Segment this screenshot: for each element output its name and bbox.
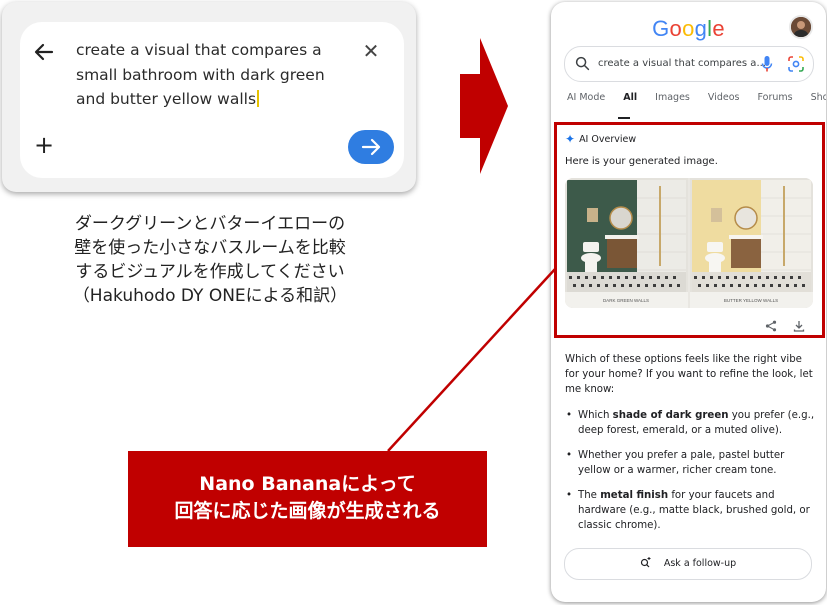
google-logo-letter: e bbox=[712, 16, 725, 41]
tab-ai-mode[interactable]: AI Mode bbox=[567, 92, 605, 103]
callout-line: 回答に応じた画像が生成される bbox=[174, 500, 441, 522]
list-item: The metal finish for your faucets and ha… bbox=[565, 488, 817, 533]
google-logo: Google bbox=[551, 16, 826, 42]
google-logo-letter: o bbox=[682, 16, 695, 41]
avatar[interactable] bbox=[789, 15, 813, 39]
search-query: create a visual that compares a... bbox=[598, 58, 766, 69]
follow-up-sparkle-icon bbox=[640, 557, 651, 568]
caption-line: （Hakuhodo DY ONEによる和訳） bbox=[72, 286, 348, 306]
text-cursor bbox=[257, 90, 260, 107]
prompt-input-panel: create a visual that compares a small ba… bbox=[2, 2, 416, 192]
search-input[interactable]: create a visual that compares a... bbox=[564, 46, 814, 82]
bullet-text: The bbox=[578, 490, 601, 501]
prompt-text-input[interactable]: create a visual that compares a small ba… bbox=[76, 38, 356, 112]
right-arrow-icon bbox=[460, 38, 508, 174]
callout-line: Nano Bananaによって bbox=[199, 473, 416, 495]
list-item: Whether you prefer a pale, pastel butter… bbox=[565, 448, 817, 478]
bullet-bold-text: shade of dark green bbox=[612, 410, 729, 421]
close-icon[interactable]: ✕ bbox=[360, 40, 382, 62]
bullet-text: Whether you prefer a pale, pastel butter… bbox=[578, 450, 785, 476]
refinement-options-list: Which shade of dark green you prefer (e.… bbox=[565, 408, 817, 543]
send-button[interactable] bbox=[348, 130, 394, 164]
list-item: Which shade of dark green you prefer (e.… bbox=[565, 408, 817, 438]
google-lens-icon[interactable] bbox=[787, 55, 805, 73]
google-logo-letter: o bbox=[669, 16, 683, 41]
bullet-text: Which bbox=[578, 410, 613, 421]
search-icon bbox=[575, 56, 590, 71]
caption-line: するビジュアルを作成してください bbox=[75, 262, 345, 282]
prompt-text-value: create a visual that compares a small ba… bbox=[76, 41, 325, 108]
caption-line: ダークグリーンとバターイエローの bbox=[74, 214, 346, 234]
google-logo-letter: g bbox=[694, 16, 708, 41]
ask-follow-up-button[interactable]: Ask a follow-up bbox=[564, 548, 812, 580]
follow-up-label: Ask a follow-up bbox=[663, 558, 737, 569]
bullet-bold-text: metal finish bbox=[600, 490, 669, 501]
microphone-icon[interactable] bbox=[761, 55, 773, 73]
ai-overview-highlight-frame bbox=[554, 122, 825, 338]
nano-banana-callout: Nano Bananaによって 回答に応じた画像が生成される bbox=[128, 451, 487, 547]
tab-all[interactable]: All bbox=[623, 92, 637, 103]
back-arrow-icon[interactable] bbox=[32, 40, 56, 64]
search-tabs: AI Mode All Images Videos Forums Shoppin… bbox=[567, 92, 826, 112]
tab-shopping[interactable]: Shopping bbox=[811, 92, 826, 103]
active-tab-indicator bbox=[618, 117, 630, 119]
follow-up-question-text: Which of these options feels like the ri… bbox=[565, 354, 813, 395]
google-logo-letter: G bbox=[652, 16, 670, 41]
plus-icon[interactable]: + bbox=[34, 133, 56, 157]
caption-line: 壁を使った小さなバスルームを比較 bbox=[74, 238, 346, 258]
tab-images[interactable]: Images bbox=[655, 92, 690, 103]
tab-forums[interactable]: Forums bbox=[758, 92, 793, 103]
tab-videos[interactable]: Videos bbox=[708, 92, 740, 103]
japanese-translation-caption: ダークグリーンとバターイエローの 壁を使った小さなバスルームを比較 するビジュア… bbox=[0, 212, 420, 308]
prompt-input-card[interactable]: create a visual that compares a small ba… bbox=[20, 22, 404, 178]
send-arrow-icon bbox=[361, 138, 381, 156]
